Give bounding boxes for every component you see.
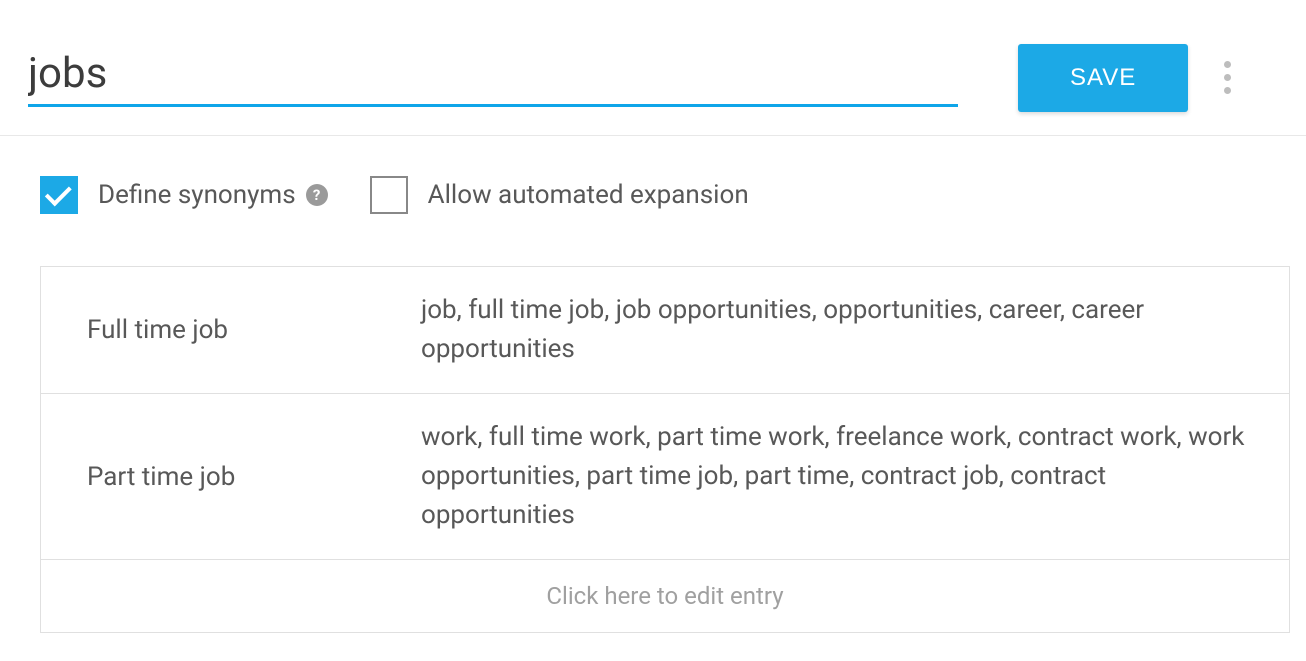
define-synonyms-label-text: Define synonyms bbox=[98, 180, 296, 210]
options-row: Define synonyms ? Allow automated expans… bbox=[40, 176, 1278, 214]
table-row[interactable]: Full time job job, full time job, job op… bbox=[41, 267, 1289, 394]
allow-automated-expansion-checkbox[interactable] bbox=[370, 176, 408, 214]
allow-automated-expansion-option: Allow automated expansion bbox=[370, 176, 749, 214]
vertical-dots-icon bbox=[1224, 87, 1231, 94]
page-header: SAVE bbox=[0, 0, 1306, 136]
entry-synonyms: work, full time work, part time work, fr… bbox=[421, 418, 1289, 535]
entity-name-input[interactable] bbox=[28, 49, 958, 107]
define-synonyms-checkbox[interactable] bbox=[40, 176, 78, 214]
help-icon[interactable]: ? bbox=[306, 184, 328, 206]
entry-synonyms: job, full time job, job opportunities, o… bbox=[421, 291, 1289, 369]
define-synonyms-label: Define synonyms ? bbox=[98, 180, 328, 210]
entries-table: Full time job job, full time job, job op… bbox=[40, 266, 1290, 633]
save-button[interactable]: SAVE bbox=[1018, 44, 1188, 112]
content-area: Define synonyms ? Allow automated expans… bbox=[0, 136, 1306, 661]
define-synonyms-option: Define synonyms ? bbox=[40, 176, 328, 214]
vertical-dots-icon bbox=[1224, 74, 1231, 81]
vertical-dots-icon bbox=[1224, 61, 1231, 68]
add-entry-row[interactable]: Click here to edit entry bbox=[41, 560, 1289, 632]
table-row[interactable]: Part time job work, full time work, part… bbox=[41, 394, 1289, 560]
more-options-button[interactable] bbox=[1212, 53, 1243, 102]
allow-automated-expansion-label: Allow automated expansion bbox=[428, 180, 749, 210]
entry-key: Part time job bbox=[41, 462, 421, 492]
entry-key: Full time job bbox=[41, 315, 421, 345]
